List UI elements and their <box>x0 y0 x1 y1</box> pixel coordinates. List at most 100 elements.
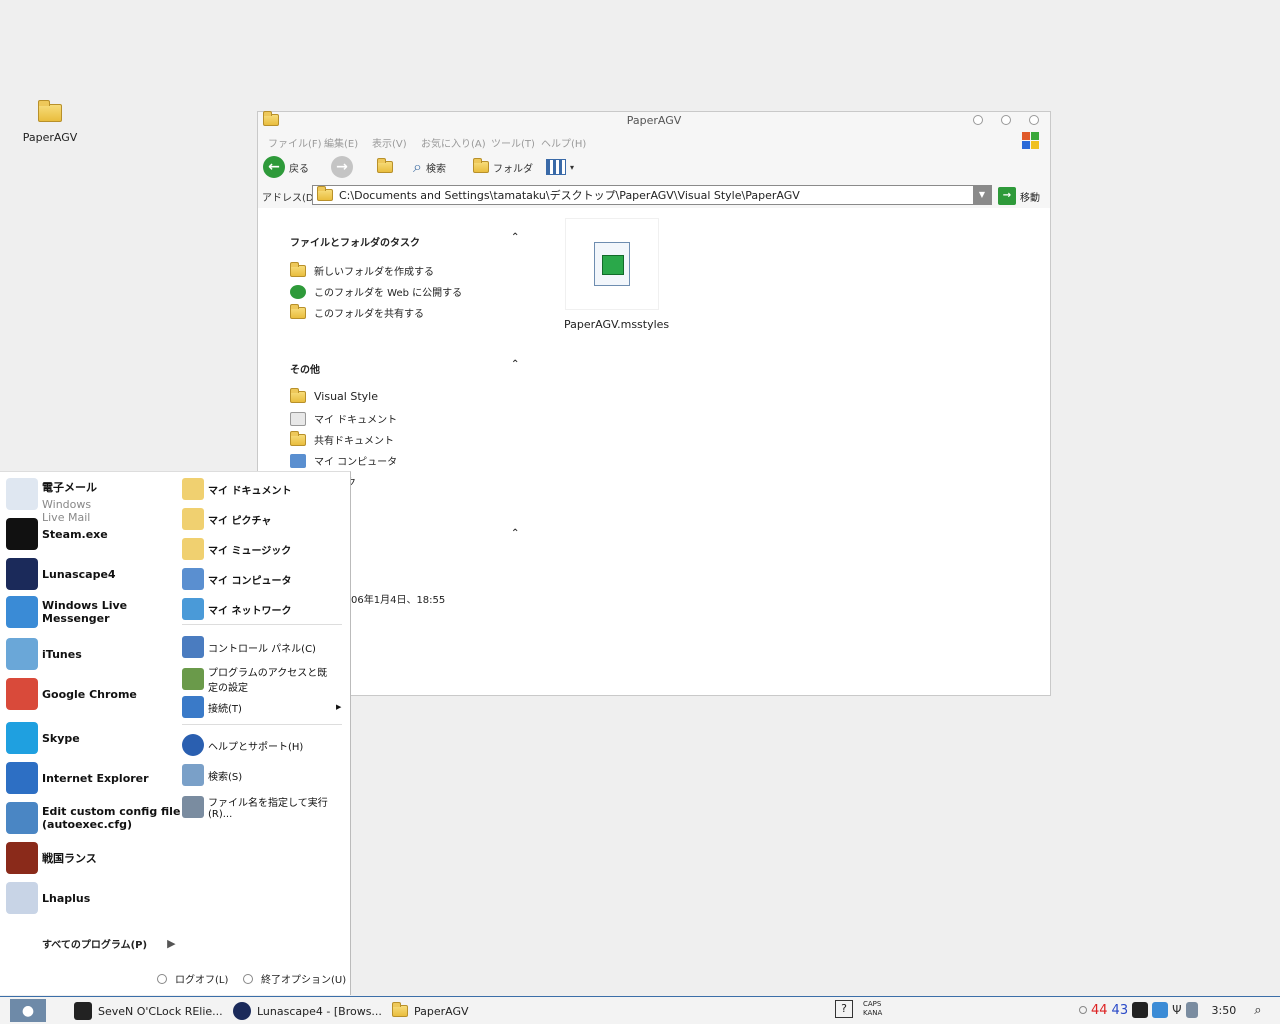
system-item[interactable]: 接続(T) ▶ <box>182 696 341 718</box>
help-item[interactable]: 検索(S) <box>182 764 242 786</box>
menu-file[interactable]: ファイル(F) <box>268 135 322 150</box>
back-button[interactable]: ← 戻る <box>263 156 309 178</box>
other-places-title: その他 <box>290 365 320 376</box>
taskbar-button-3[interactable]: PaperAGV <box>392 1001 469 1021</box>
ime-bar[interactable]: ? CAPS KANA <box>835 1000 882 1018</box>
program-label: Lunascape4 <box>42 567 116 581</box>
place-label: マイ ネットワーク <box>208 605 292 617</box>
place-my-computer[interactable]: マイ コンピュータ <box>290 453 397 468</box>
task-publish-web[interactable]: このフォルダを Web に公開する <box>290 284 462 299</box>
logoff-label: ログオフ(L) <box>175 975 229 986</box>
minimize-button[interactable] <box>973 115 983 125</box>
place-item[interactable]: マイ コンピュータ <box>182 568 291 590</box>
back-arrow-icon: ← <box>263 156 285 178</box>
steam-task-icon <box>74 1002 92 1020</box>
start-button[interactable]: ● <box>10 999 46 1022</box>
computer-icon <box>290 453 306 468</box>
lhaplus-icon <box>6 882 38 914</box>
program-item[interactable]: Google Chrome <box>6 678 137 710</box>
forward-button[interactable]: → <box>331 156 353 178</box>
program-item[interactable]: Skype <box>6 722 80 754</box>
place-my-documents[interactable]: マイ ドキュメント <box>290 411 397 426</box>
folders-button[interactable]: フォルダ <box>473 156 533 178</box>
menu-favorites[interactable]: お気に入り(A) <box>421 135 486 150</box>
place-item[interactable]: マイ ミュージック <box>182 538 291 560</box>
address-input[interactable]: C:\Documents and Settings\tamataku\デスクトッ… <box>312 185 992 205</box>
help-item[interactable]: ファイル名を指定して実行(R)... <box>182 794 350 820</box>
msstyles-file-icon <box>565 218 659 310</box>
clock[interactable]: 3:50 <box>1212 1004 1237 1017</box>
taskbar-button-1[interactable]: SeveN O'CLock RElie... <box>74 1001 223 1021</box>
task-share-folder[interactable]: このフォルダを共有する <box>290 303 424 320</box>
shutdown-button[interactable]: 終了オプション(U) <box>243 971 346 986</box>
maximize-button[interactable] <box>1001 115 1011 125</box>
task-new-folder[interactable]: 新しいフォルダを作成する <box>290 261 434 278</box>
file-item[interactable]: PaperAGV.msstyles <box>564 218 670 331</box>
system-label: プログラムのアクセスと既定の設定 <box>208 668 328 694</box>
file-name: PaperAGV.msstyles <box>564 318 670 331</box>
windows-logo-icon <box>1022 132 1040 150</box>
menu-tools[interactable]: ツール(T) <box>491 135 535 150</box>
views-button[interactable]: ▾ <box>546 156 574 178</box>
address-dropdown-button[interactable]: ▼ <box>973 186 991 204</box>
collapse-chevron-icon[interactable]: ⌃ <box>511 359 519 370</box>
place-visual-style[interactable]: Visual Style <box>290 387 378 403</box>
search-label: 検索 <box>425 163 446 175</box>
program-item[interactable]: Internet Explorer <box>6 762 149 794</box>
tasks-panel-title: ファイルとフォルダのタスク <box>290 238 420 249</box>
program-item[interactable]: 戦国ランス <box>6 842 97 874</box>
title-bar[interactable]: PaperAGV <box>258 111 1050 130</box>
steam-tray-icon[interactable] <box>1132 1002 1149 1018</box>
share-folder-icon <box>290 303 306 319</box>
program-item[interactable]: iTunes <box>6 638 82 670</box>
run-icon <box>182 796 204 818</box>
my-computer-icon <box>182 568 204 590</box>
close-button[interactable] <box>1029 115 1039 125</box>
program-item[interactable]: Lhaplus <box>6 882 90 914</box>
place-item[interactable]: マイ ネットワーク <box>182 598 291 620</box>
caps-indicator: CAPS <box>863 1000 882 1008</box>
taskbar-button-2[interactable]: Lunascape4 - [Brows... <box>233 1001 382 1021</box>
arrow-right-icon: ▶ <box>167 937 176 950</box>
notepad-icon <box>6 802 38 834</box>
search-button[interactable]: ⌕ 検索 <box>413 156 446 178</box>
menu-edit[interactable]: 編集(E) <box>324 135 358 150</box>
up-folder-button[interactable] <box>377 156 393 178</box>
program-label: 戦国ランス <box>42 851 97 865</box>
program-item[interactable]: Windows Live Messenger <box>6 596 127 628</box>
help-label: ヘルプとサポート(H) <box>208 741 304 753</box>
all-programs-button[interactable]: すべてのプログラム(P) ▶ <box>42 936 176 951</box>
system-item[interactable]: プログラムのアクセスと既定の設定 <box>182 664 332 694</box>
help-label: ファイル名を指定して実行(R)... <box>208 798 328 820</box>
folder-task-icon <box>392 1002 408 1017</box>
program-item[interactable]: Lunascape4 <box>6 558 116 590</box>
program-item[interactable]: Edit custom config file (autoexec.cfg) <box>6 802 180 834</box>
program-item[interactable]: Steam.exe <box>6 518 108 550</box>
program-label: Steam.exe <box>42 527 108 541</box>
collapse-chevron-icon[interactable]: ⌃ <box>511 232 519 243</box>
my-pictures-icon <box>182 508 204 530</box>
rance-icon <box>6 842 38 874</box>
toolbar: ← 戻る → ⌕ 検索 フォルダ ▾ <box>258 152 1050 182</box>
help-icon <box>182 734 204 756</box>
menu-help[interactable]: ヘルプ(H) <box>541 135 586 150</box>
place-item[interactable]: マイ ピクチャ <box>182 508 271 530</box>
menu-view[interactable]: 表示(V) <box>372 135 407 150</box>
desktop-folder-paperagv[interactable]: PaperAGV <box>14 100 86 144</box>
search-icon[interactable]: ⌕ <box>1254 1003 1261 1018</box>
volume-tray-icon[interactable] <box>1185 1002 1198 1018</box>
system-item[interactable]: コントロール パネル(C) <box>182 636 332 658</box>
program-item[interactable]: 電子メール Windows Live Mail <box>6 478 97 524</box>
program-label: Google Chrome <box>42 687 137 701</box>
collapse-chevron-icon[interactable]: ⌃ <box>511 528 519 539</box>
place-shared-documents[interactable]: 共有ドキュメント <box>290 430 394 447</box>
messenger-tray-icon[interactable] <box>1152 1002 1169 1018</box>
menu-separator <box>182 624 342 625</box>
network-tray-icon[interactable]: Ψ <box>1172 1003 1181 1017</box>
go-button[interactable]: → 移動 <box>998 187 1040 205</box>
program-label: Windows Live Messenger <box>42 599 128 625</box>
logoff-button[interactable]: ログオフ(L) <box>157 971 228 986</box>
address-bar: アドレス(D) C:\Documents and Settings\tamata… <box>258 182 1050 208</box>
place-item[interactable]: マイ ドキュメント <box>182 478 291 500</box>
help-item[interactable]: ヘルプとサポート(H) <box>182 734 303 756</box>
